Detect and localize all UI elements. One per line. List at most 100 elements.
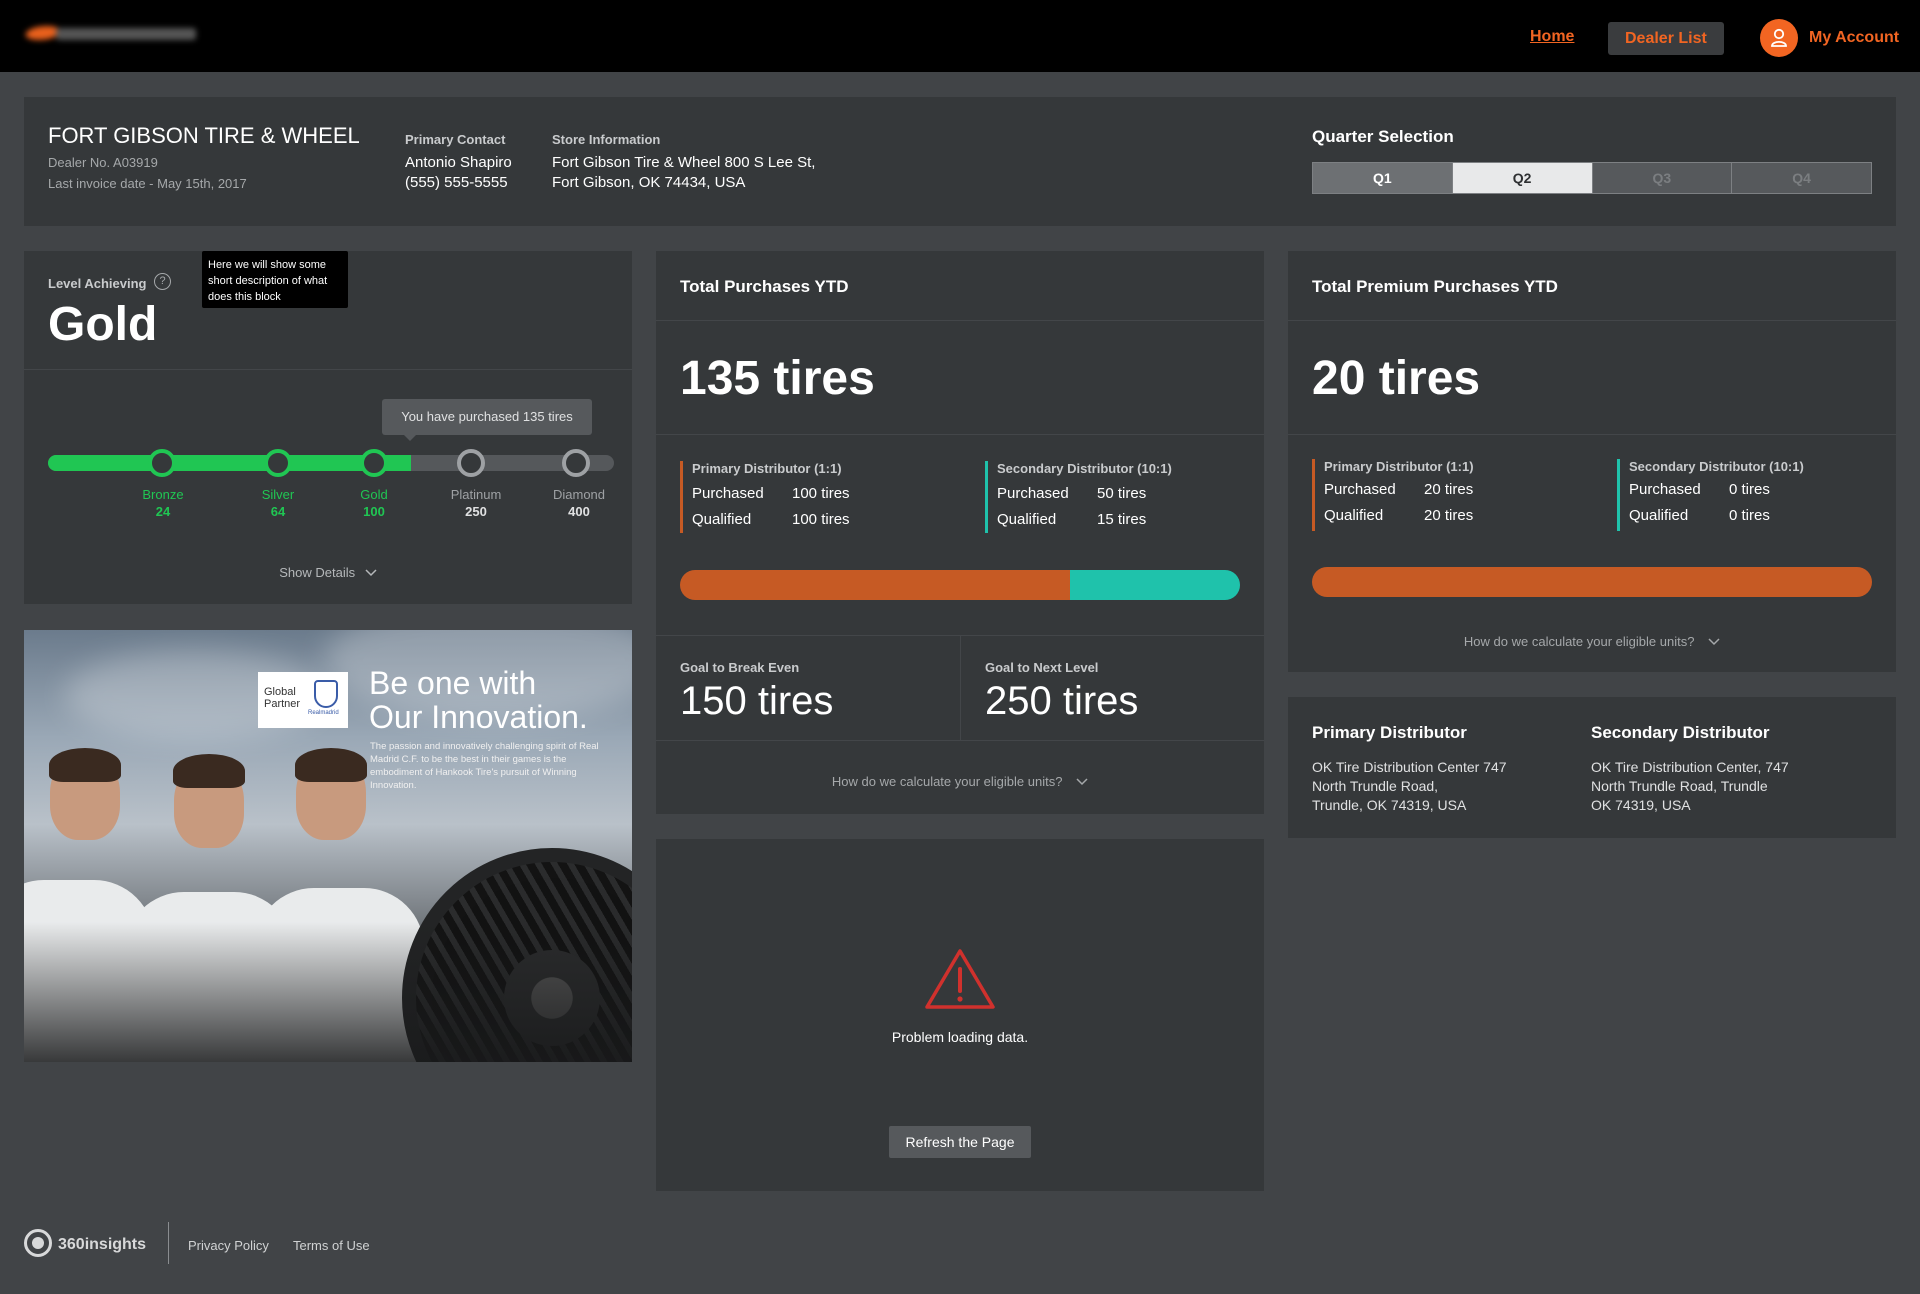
level-achieving-label: Level Achieving [48, 276, 147, 291]
promo-player-hair [173, 754, 245, 788]
promo-headline-line2: Our Innovation. [369, 699, 588, 735]
premium-primary-distributor-stats: Primary Distributor (1:1) Purchased 20 ti… [1312, 459, 1474, 531]
promo-dust-overlay [24, 922, 632, 1062]
warning-triangle-icon [925, 949, 995, 1009]
badge-club-name: Realmadrid [308, 710, 339, 716]
address-line: OK 74319, USA [1591, 797, 1691, 813]
tier-node-platinum [457, 449, 485, 477]
store-info-label: Store Information [552, 132, 661, 147]
level-progress-fill [48, 455, 411, 471]
brand-logo[interactable] [21, 18, 196, 48]
refresh-page-button[interactable]: Refresh the Page [889, 1126, 1031, 1158]
primary-qualified-row: Qualified 100 tires [692, 511, 850, 528]
purchased-value: 50 tires [1097, 485, 1147, 502]
promo-banner-image[interactable]: Global Partner Realmadrid Be one with Our… [24, 630, 632, 1062]
error-message: Problem loading data. [891, 1029, 1029, 1045]
level-value: Gold [48, 298, 158, 351]
top-navigation-bar: Home Dealer List My Account [0, 0, 1920, 72]
tier-label-bronze: Bronze [142, 487, 184, 502]
primary-share-segment [1312, 567, 1872, 597]
divider [24, 369, 632, 370]
goal-next-level-label: Goal to Next Level [985, 660, 1099, 675]
secondary-distributor-stats: Secondary Distributor (10:1) Purchased 50… [985, 461, 1172, 533]
goal-next-level-value: 250 tires [985, 679, 1139, 723]
club-crest-icon [314, 680, 338, 708]
purchased-value: 0 tires [1729, 481, 1770, 498]
distribution-split-bar [680, 570, 1240, 600]
premium-distribution-split-bar [1312, 567, 1872, 597]
calc-link-label: How do we calculate your eligible units? [831, 774, 1063, 789]
quarter-q3-button[interactable]: Q3 [1592, 163, 1733, 193]
quarter-selector: Q1 Q2 Q3 Q4 [1312, 162, 1872, 194]
total-purchases-card: Total Purchases YTD 135 tires Primary Di… [656, 251, 1264, 814]
tier-label-diamond: Diamond [552, 487, 606, 502]
chevron-down-icon [1076, 778, 1088, 786]
badge-line2: Partner [264, 698, 301, 710]
nav-home-link[interactable]: Home [1530, 28, 1574, 46]
level-progress-track [48, 455, 614, 471]
qualified-label: Qualified [692, 511, 752, 528]
secondary-distributor-title: Secondary Distributor [1591, 723, 1770, 742]
chevron-down-icon [1708, 638, 1720, 646]
qualified-label: Qualified [1324, 507, 1384, 524]
my-account-link[interactable]: My Account [1809, 29, 1899, 47]
tier-label-gold: Gold [360, 487, 388, 502]
tier-threshold-diamond: 400 [568, 504, 590, 519]
tier-node-silver [264, 449, 292, 477]
secondary-distributor-label: Secondary Distributor (10:1) [1629, 459, 1804, 474]
divider [656, 434, 1264, 435]
premium-secondary-distributor-stats: Secondary Distributor (10:1) Purchased 0 … [1617, 459, 1804, 531]
secondary-share-segment [1070, 570, 1240, 600]
user-icon[interactable] [1760, 19, 1798, 57]
tier-node-bronze [148, 449, 176, 477]
quarter-q2-button[interactable]: Q2 [1452, 163, 1593, 193]
purchased-label: Purchased [997, 485, 1069, 502]
goal-break-even-value: 150 tires [680, 679, 834, 723]
calc-eligible-units-link[interactable]: How do we calculate your eligible units? [656, 774, 1264, 789]
question-circle-icon[interactable]: ? [154, 273, 171, 290]
level-help-tooltip: Here we will show some short description… [202, 251, 348, 308]
logo-wordmark [56, 28, 196, 40]
vertical-divider [960, 635, 961, 740]
total-purchases-title: Total Purchases YTD [680, 277, 849, 296]
terms-of-use-link[interactable]: Terms of Use [293, 1238, 370, 1253]
tier-threshold-gold: 100 [363, 504, 385, 519]
purchased-label: Purchased [1629, 481, 1701, 498]
address-line: OK Tire Distribution Center 747 [1312, 759, 1507, 775]
store-address-line2: Fort Gibson, OK 74434, USA [552, 174, 746, 191]
badge-text: Global Partner [264, 686, 300, 710]
address-line: North Trundle Road, [1312, 778, 1439, 794]
goal-break-even-label: Goal to Break Even [680, 660, 800, 675]
purchased-label: Purchased [692, 485, 764, 502]
purchased-value: 20 tires [1424, 481, 1474, 498]
global-partner-badge: Global Partner Realmadrid [258, 672, 348, 728]
quarter-selection-title: Quarter Selection [1312, 127, 1454, 146]
tier-node-gold [360, 449, 388, 477]
total-purchases-value: 135 tires [680, 352, 875, 405]
tier-threshold-bronze: 24 [155, 504, 171, 519]
error-card: Problem loading data. Refresh the Page [656, 839, 1264, 1191]
show-details-toggle[interactable]: Show Details [24, 565, 632, 580]
premium-calc-eligible-units-link[interactable]: How do we calculate your eligible units? [1288, 634, 1896, 649]
secondary-purchased-row: Purchased 50 tires [997, 485, 1172, 502]
purchase-progress-tooltip: You have purchased 135 tires [382, 399, 592, 441]
nav-dealer-list-button[interactable]: Dealer List [1608, 22, 1724, 55]
privacy-policy-link[interactable]: Privacy Policy [188, 1238, 269, 1253]
promo-headline: Be one with Our Innovation. [369, 666, 588, 734]
purchased-value: 100 tires [792, 485, 850, 502]
quarter-q4-button[interactable]: Q4 [1732, 163, 1871, 193]
primary-distributor-label: Primary Distributor (1:1) [1324, 459, 1474, 474]
calc-link-label: How do we calculate your eligible units? [1463, 634, 1695, 649]
promo-player-hair [49, 748, 121, 782]
premium-purchases-title: Total Premium Purchases YTD [1312, 277, 1558, 296]
footer-divider [168, 1222, 169, 1264]
secondary-qualified-row: Qualified 15 tires [997, 511, 1172, 528]
tier-label-platinum: Platinum [450, 487, 502, 502]
address-line: North Trundle Road, Trundle [1591, 778, 1768, 794]
quarter-q1-button[interactable]: Q1 [1313, 163, 1453, 193]
primary-purchased-row: Purchased 100 tires [692, 485, 850, 502]
last-invoice-date: Last invoice date - May 15th, 2017 [48, 176, 247, 191]
badge-line1: Global [264, 686, 296, 698]
divider [1288, 320, 1896, 321]
promo-body-text: The passion and innovatively challenging… [370, 741, 599, 791]
